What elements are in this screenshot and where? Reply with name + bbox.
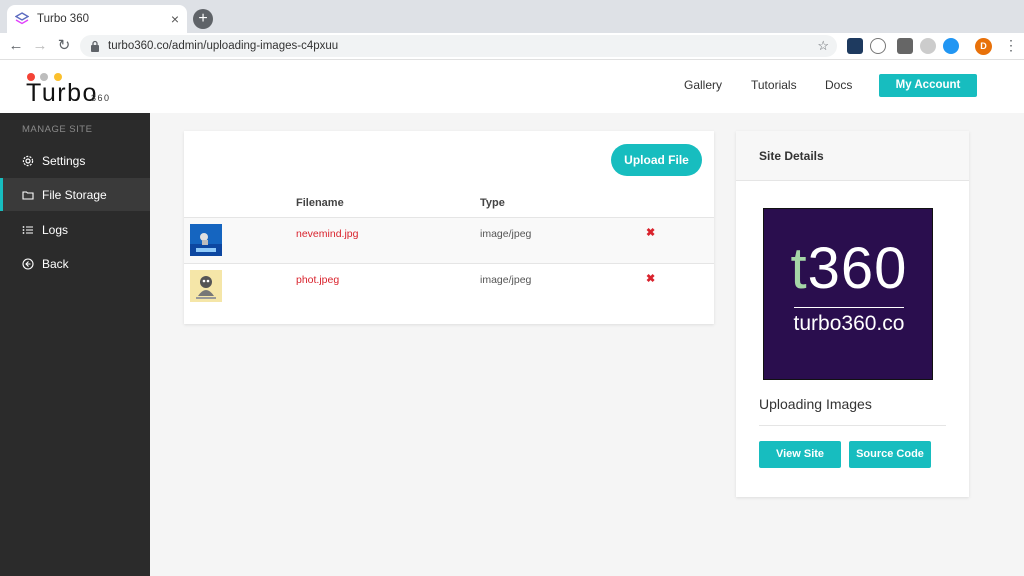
view-site-button[interactable]: View Site — [759, 441, 841, 468]
filename-column-header: Filename — [296, 197, 344, 209]
nav-tutorials-link[interactable]: Tutorials — [751, 78, 797, 92]
sidebar-item-file-storage[interactable]: File Storage — [0, 178, 150, 211]
menu-kebab-icon[interactable]: ⋮ — [1004, 37, 1018, 54]
filename-link[interactable]: phot.jpeg — [296, 274, 339, 286]
folder-icon — [22, 189, 34, 201]
tab-title: Turbo 360 — [37, 13, 89, 25]
browser-toolbar: ← → ↻ turbo360.co/admin/uploading-images… — [0, 33, 1024, 60]
url-text: turbo360.co/admin/uploading-images-c4pxu… — [108, 40, 339, 52]
browser-tabstrip: Turbo 360 × + — [0, 0, 1024, 33]
profile-avatar[interactable]: D — [975, 38, 992, 55]
source-code-button[interactable]: Source Code — [849, 441, 931, 468]
table-row: nevemind.jpg image/jpeg ✖ — [184, 217, 714, 263]
extension-icon[interactable] — [870, 38, 886, 54]
delete-icon[interactable]: ✖ — [646, 226, 655, 239]
sidebar-item-label: Settings — [42, 153, 86, 168]
gear-icon — [22, 155, 34, 167]
sidebar: MANAGE SITE Settings File Storage Logs B… — [0, 113, 150, 576]
logo-sub: 360 — [91, 93, 111, 103]
forward-arrow-icon[interactable]: → — [30, 36, 50, 56]
file-thumbnail[interactable] — [190, 224, 222, 256]
bookmark-star-icon[interactable]: ☆ — [817, 38, 829, 54]
extension-icon[interactable] — [847, 38, 863, 54]
reload-icon[interactable]: ↻ — [54, 36, 74, 56]
my-account-button[interactable]: My Account — [879, 74, 977, 97]
sidebar-heading: MANAGE SITE — [22, 124, 93, 135]
sidebar-item-back[interactable]: Back — [0, 247, 150, 280]
back-arrow-icon[interactable]: ← — [6, 36, 26, 56]
nav-gallery-link[interactable]: Gallery — [684, 78, 722, 92]
type-column-header: Type — [480, 197, 505, 209]
extension-icon[interactable] — [943, 38, 959, 54]
table-row: phot.jpeg image/jpeg ✖ — [184, 263, 714, 309]
list-icon — [22, 224, 34, 236]
back-circle-icon — [22, 257, 34, 270]
upload-file-button[interactable]: Upload File — [611, 144, 702, 176]
extension-icon[interactable] — [897, 38, 913, 54]
site-image-logo: t360 — [790, 236, 908, 301]
site-name: Uploading Images — [759, 396, 872, 412]
site-header: Turbo 360 Gallery Tutorials Docs My Acco… — [0, 60, 1024, 113]
sidebar-item-label: File Storage — [42, 187, 107, 202]
site-image-domain: turbo360.co — [793, 312, 905, 335]
sidebar-item-label: Back — [42, 256, 69, 271]
filename-link[interactable]: nevemind.jpg — [296, 228, 358, 240]
divider — [759, 425, 946, 426]
address-bar[interactable]: turbo360.co/admin/uploading-images-c4pxu… — [80, 35, 837, 57]
turbo-logo[interactable]: Turbo 360 — [26, 71, 116, 107]
site-image: t360 turbo360.co — [763, 208, 933, 380]
sidebar-item-label: Logs — [42, 222, 69, 237]
lock-icon — [90, 40, 100, 52]
site-details-title: Site Details — [759, 149, 824, 163]
site-details-panel: Site Details t360 turbo360.co Uploading … — [736, 131, 969, 497]
nav-docs-link[interactable]: Docs — [825, 78, 852, 92]
file-type: image/jpeg — [480, 228, 532, 240]
file-thumbnail[interactable] — [190, 270, 222, 302]
logo-text: Turbo — [26, 79, 98, 107]
new-tab-button[interactable]: + — [193, 9, 213, 29]
file-storage-panel: Upload File Filename Type nevemind.jpg i… — [184, 131, 714, 324]
turbo-favicon-icon — [15, 12, 29, 26]
tab-close-icon[interactable]: × — [171, 12, 179, 26]
file-type: image/jpeg — [480, 274, 532, 286]
delete-icon[interactable]: ✖ — [646, 272, 655, 285]
sidebar-item-settings[interactable]: Settings — [0, 144, 150, 177]
extension-icon[interactable] — [920, 38, 936, 54]
browser-tab[interactable]: Turbo 360 × — [7, 5, 187, 33]
sidebar-item-logs[interactable]: Logs — [0, 213, 150, 246]
site-image-divider — [794, 307, 904, 308]
site-details-header: Site Details — [736, 131, 969, 181]
